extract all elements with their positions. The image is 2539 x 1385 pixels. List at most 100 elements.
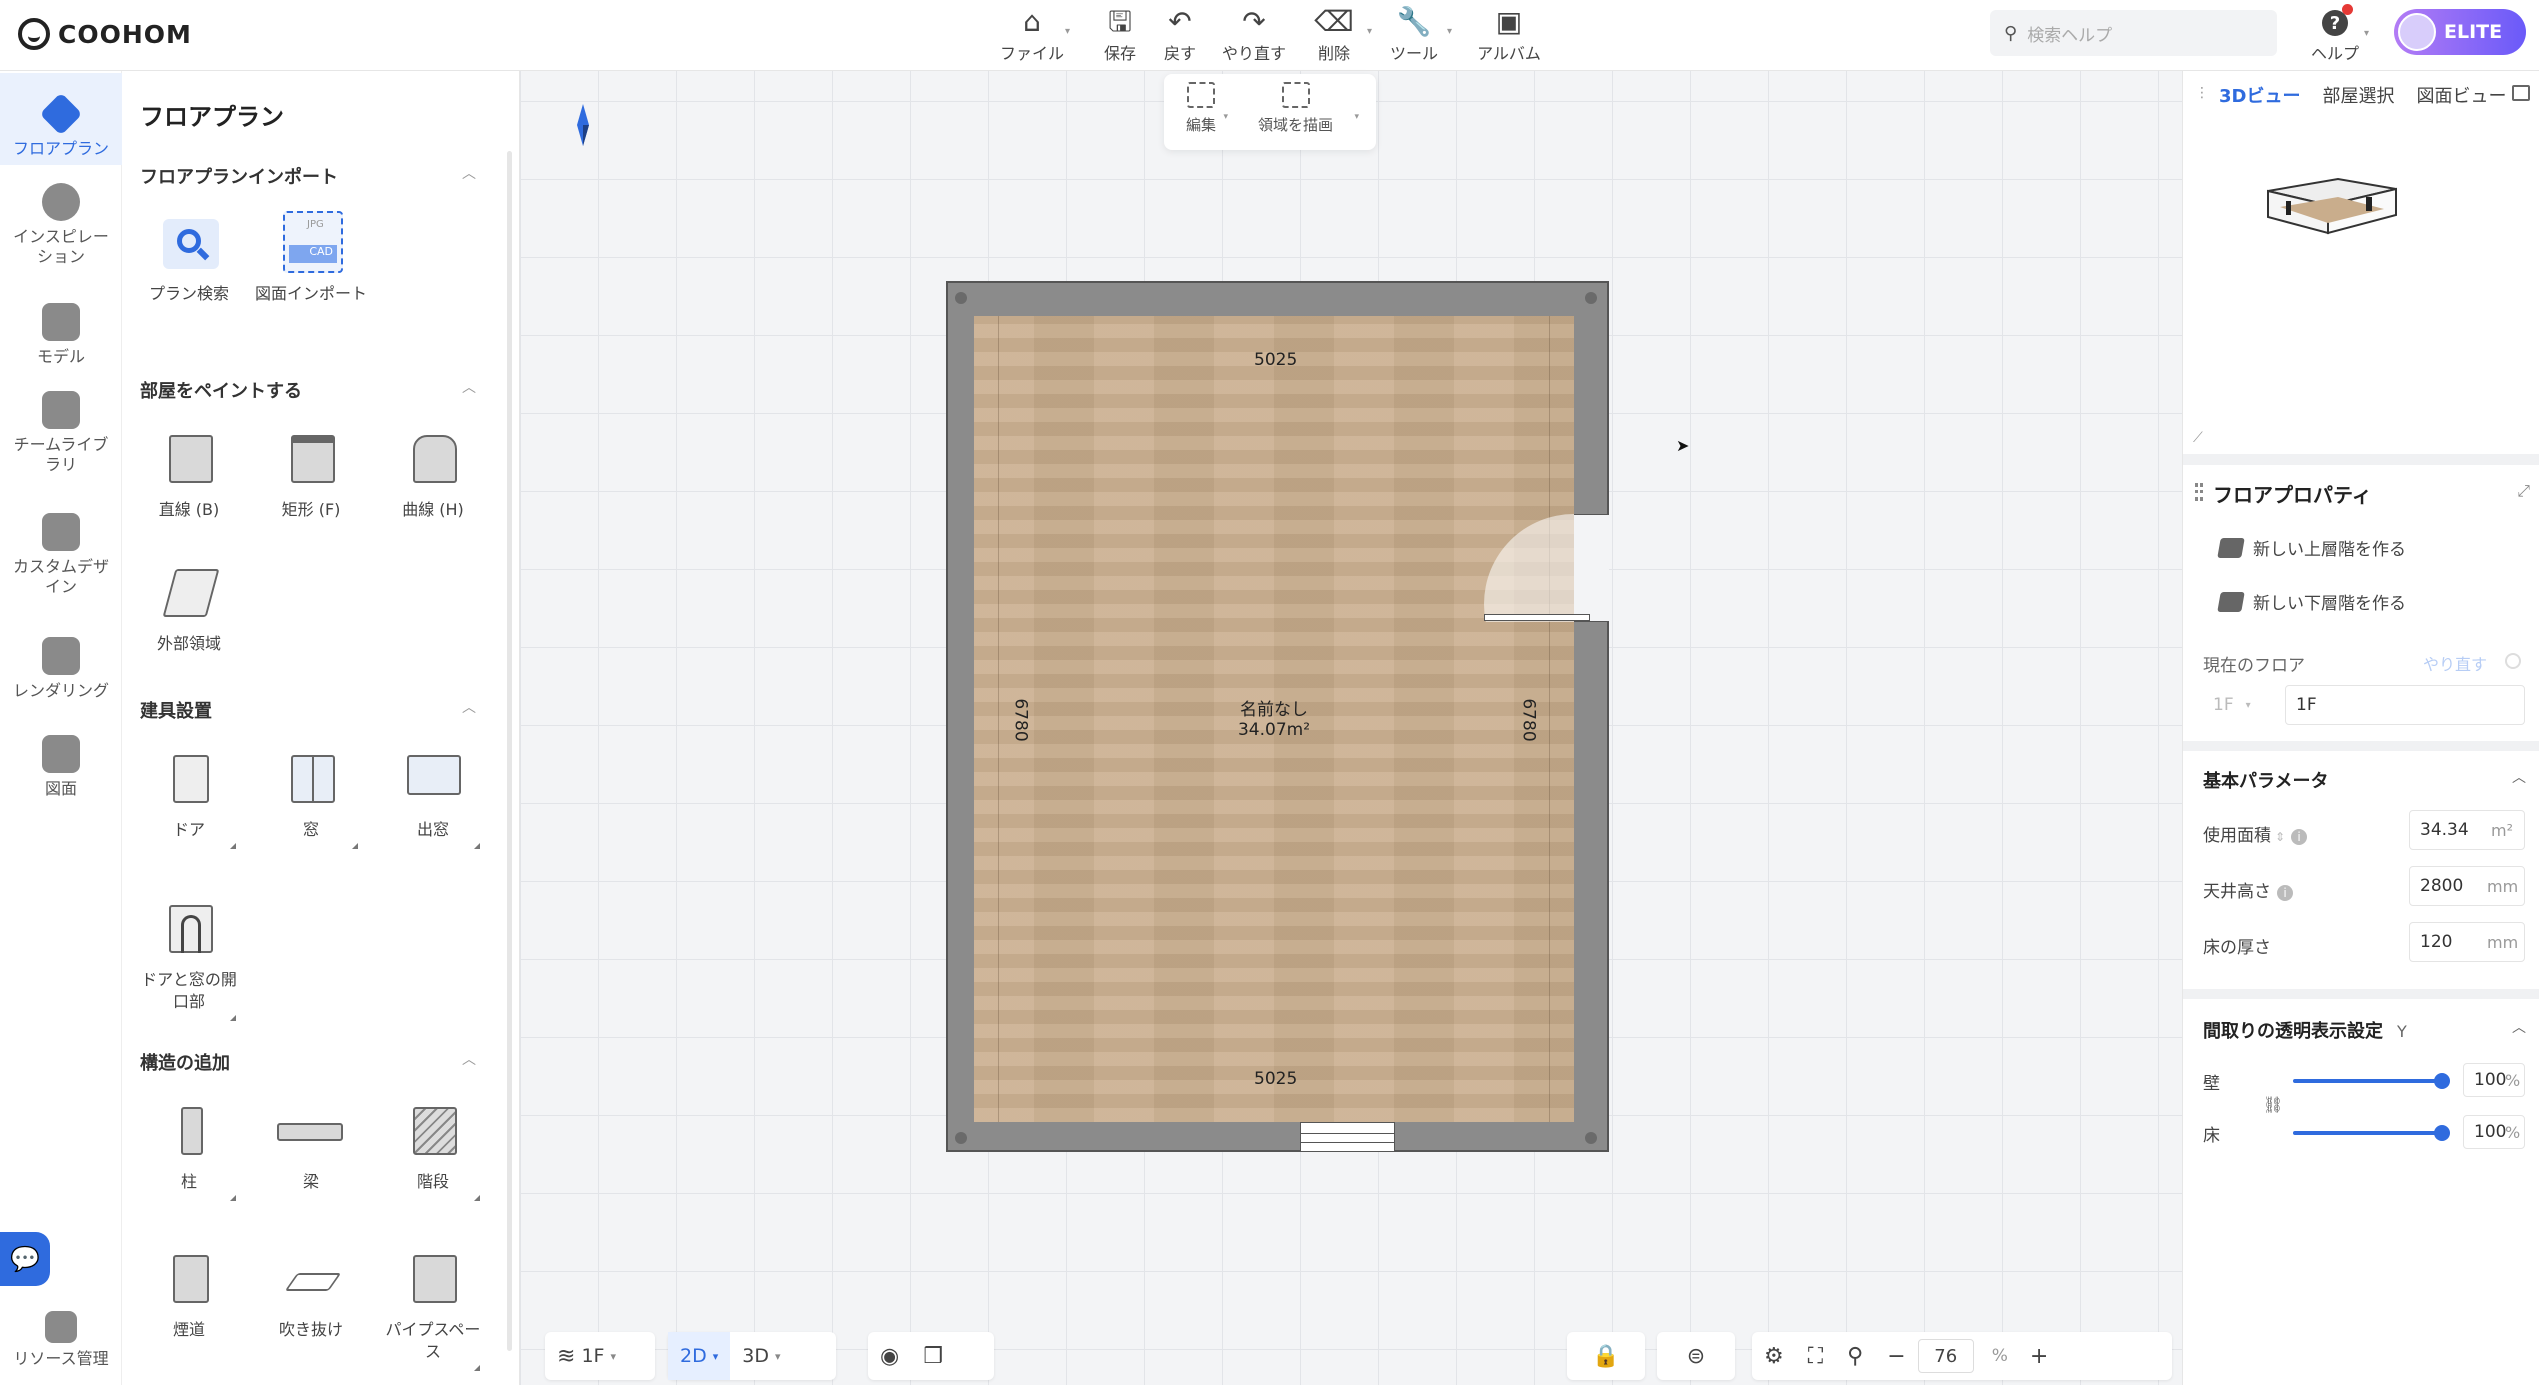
drag-handle-icon[interactable]: [2195, 483, 2203, 501]
beam-item[interactable]: 梁: [252, 1099, 370, 1193]
plan-search-item[interactable]: プラン検索: [130, 211, 248, 305]
nav-item-model[interactable]: モデル: [0, 303, 122, 367]
door-item[interactable]: ドア: [130, 747, 248, 849]
help-search-input[interactable]: ⚲ 検索ヘルプ: [1990, 10, 2277, 56]
redo-button[interactable]: ↷ やり直す: [1210, 4, 1298, 66]
nav-item-custom-design[interactable]: カスタムデザイン: [0, 513, 122, 597]
nav-label: レンダリング: [12, 681, 109, 700]
nav-item-team-library[interactable]: チームライブラリ: [0, 391, 122, 475]
help-label: ヘルプ: [2310, 44, 2359, 63]
custom-design-icon: [42, 513, 80, 551]
floor-thickness-label: 床の厚さ: [2203, 938, 2271, 958]
minus-icon: −: [1887, 1343, 1906, 1369]
tools-menu-button[interactable]: 🔧 ツール ▾: [1370, 4, 1458, 66]
draw-line-item[interactable]: 直線 (B): [130, 427, 248, 521]
eye-icon: ◉: [880, 1343, 900, 1369]
lock-icon: 🔒: [1592, 1343, 1620, 1369]
flue-item[interactable]: 煙道: [130, 1247, 248, 1341]
new-upper-floor-button[interactable]: 新しい上層階を作る: [2217, 535, 2406, 560]
chevron-up-icon[interactable]: ︿: [2512, 1017, 2526, 1037]
draw-rectangle-item[interactable]: 矩形 (F): [252, 427, 370, 521]
external-area-item[interactable]: 外部領域: [130, 561, 248, 655]
bay-window-item[interactable]: 出窓: [374, 747, 492, 849]
window[interactable]: [1300, 1122, 1395, 1152]
floor-selector[interactable]: ≋ 1F ▾: [545, 1332, 655, 1380]
edit-button[interactable]: 編集 ▾: [1186, 82, 1228, 135]
chevron-up-icon[interactable]: ︿: [462, 163, 476, 183]
cube-view-button[interactable]: ❒: [911, 1332, 955, 1380]
opening-icon: [159, 897, 219, 961]
floor-transparency-slider[interactable]: [2293, 1125, 2450, 1141]
pipe-space-icon: [403, 1247, 463, 1311]
opening-item[interactable]: ドアと窓の開口部: [130, 897, 248, 1021]
nav-item-rendering[interactable]: レンダリング: [0, 637, 122, 701]
delete-button[interactable]: ⌫ 削除 ▾: [1290, 4, 1378, 66]
view-settings-button[interactable]: ⚙: [1752, 1332, 1796, 1380]
zoom-input[interactable]: 76: [1917, 1339, 1974, 1373]
window-icon: [281, 747, 341, 811]
visibility-button[interactable]: ◉: [868, 1332, 911, 1380]
nav-item-floorplan[interactable]: フロアプラン: [0, 73, 122, 165]
column-item[interactable]: 柱: [130, 1099, 248, 1201]
file-menu-button[interactable]: ⌂ ファイル ▾: [988, 4, 1076, 66]
draw-area-button[interactable]: 領域を描画 ▾: [1258, 82, 1359, 135]
tab-drawing-view[interactable]: 図面ビュー: [2416, 82, 2506, 108]
redo-floor-link[interactable]: やり直す: [2423, 651, 2487, 675]
redo-label: やり直す: [1221, 44, 1286, 63]
nav-item-resource-management[interactable]: リソース管理: [0, 1311, 122, 1369]
floor-dropdown[interactable]: 1F ▾: [2203, 685, 2273, 725]
drawing-import-item[interactable]: JPG CAD 図面インポート: [252, 211, 370, 305]
toggle-settings-button[interactable]: ⊜: [1675, 1332, 1717, 1380]
chevron-up-icon[interactable]: ︿: [462, 377, 476, 397]
library-scrollbar[interactable]: [507, 151, 512, 1351]
tab-3d-view[interactable]: 3Dビュー: [2219, 82, 2300, 108]
ceiling-label: 天井高さ i: [2203, 877, 2293, 902]
album-button[interactable]: ▣ アルバム: [1465, 4, 1553, 66]
floor-name-input[interactable]: 1F: [2285, 685, 2525, 725]
window-item[interactable]: 窓: [252, 747, 370, 849]
search-placeholder: 検索ヘルプ: [2027, 25, 2113, 46]
resize-handle-icon[interactable]: ⟋: [2193, 430, 2203, 446]
brand-logo[interactable]: COOHOM: [18, 14, 192, 54]
info-icon: i: [2277, 885, 2293, 901]
mode-3d-button[interactable]: 3D ▾: [730, 1332, 792, 1380]
void-item[interactable]: 吹き抜け: [252, 1247, 370, 1341]
help-button[interactable]: ? ヘルプ ▾: [2300, 4, 2370, 66]
drag-handle-icon[interactable]: ⋮: [2195, 85, 2209, 101]
nav-item-drawing[interactable]: 図面: [0, 735, 122, 799]
transparency-title: 間取りの透明表示設定 Y: [2203, 1017, 2407, 1043]
mode-2d-button[interactable]: 2D ▾: [668, 1332, 731, 1380]
chat-support-button[interactable]: 💬: [0, 1232, 50, 1286]
door-opening[interactable]: [1574, 514, 1609, 622]
3d-preview[interactable]: ⟋: [2183, 119, 2539, 454]
fit-view-button[interactable]: ⛶: [1796, 1332, 1835, 1380]
floor-select[interactable]: ≋ 1F ▾: [545, 1332, 628, 1380]
chevron-up-icon[interactable]: ︿: [2512, 767, 2526, 787]
expand-icon[interactable]: ⤢: [2517, 481, 2530, 501]
chevron-up-icon[interactable]: ︿: [462, 697, 476, 717]
door-leaf[interactable]: [1484, 614, 1590, 621]
link-icon[interactable]: ⛓: [2263, 1095, 2283, 1114]
void-icon: [281, 1247, 342, 1311]
pipe-space-item[interactable]: パイプスペース: [374, 1247, 492, 1371]
wall-transparency-slider[interactable]: [2293, 1073, 2450, 1089]
chevron-up-icon[interactable]: ︿: [462, 1049, 476, 1069]
lock-button[interactable]: 🔒: [1580, 1332, 1631, 1380]
album-label: アルバム: [1477, 44, 1541, 63]
new-lower-floor-button[interactable]: 新しい下層階を作る: [2217, 589, 2406, 614]
file-label: ファイル: [999, 44, 1064, 63]
zoom-preview-button[interactable]: ⚲: [1835, 1332, 1875, 1380]
user-account-button[interactable]: ELITE: [2394, 9, 2526, 55]
window-icon[interactable]: [2512, 85, 2530, 101]
nav-label: モデル: [36, 347, 85, 366]
zoom-out-button[interactable]: −: [1875, 1332, 1917, 1380]
compass-icon[interactable]: [577, 104, 589, 146]
item-label: 曲線 (H): [402, 500, 464, 519]
room-3d-thumbnail: [2267, 177, 2397, 235]
draw-curve-item[interactable]: 曲線 (H): [374, 427, 492, 521]
room-label[interactable]: 名前なし 34.07m²: [1200, 700, 1348, 740]
stairs-item[interactable]: 階段: [374, 1099, 492, 1201]
nav-item-inspiration[interactable]: インスピレーション: [0, 183, 122, 267]
zoom-in-button[interactable]: +: [2018, 1332, 2060, 1380]
tab-room-select[interactable]: 部屋選択: [2322, 82, 2394, 108]
